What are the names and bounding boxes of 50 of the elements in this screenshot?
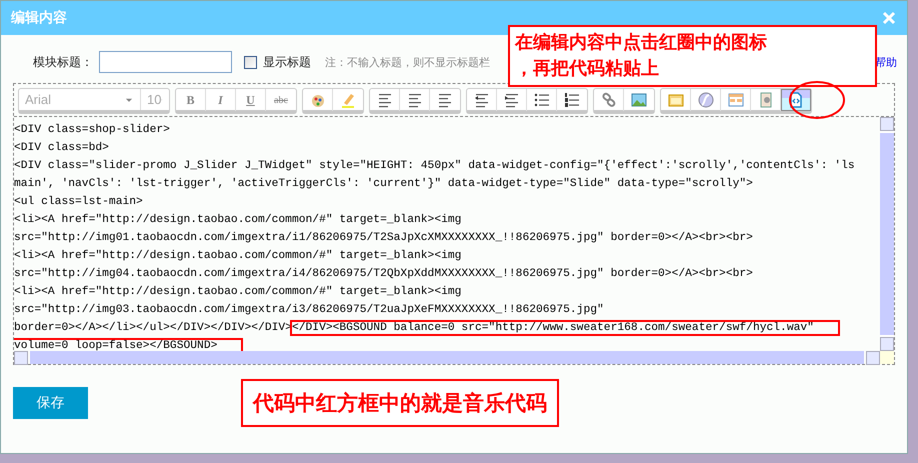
- code-line: <li><A href="http://design.taobao.com/common/#" target=_blank><img: [14, 214, 462, 226]
- code-line: <DIV class="slider-promo J_Slider J_TWidget" style="HEIGHT: 450px" data-widget-config="{'effect':'scrolly','contentCls': 'ls: [14, 160, 855, 172]
- code-line: <DIV class=bd>: [14, 142, 109, 154]
- bullet-list-icon: [534, 92, 550, 108]
- font-dropdown[interactable]: Arial: [19, 89, 141, 110]
- underline-button[interactable]: U: [236, 89, 266, 111]
- chain-link-icon: [600, 92, 616, 108]
- bold-button[interactable]: B: [176, 89, 206, 111]
- annotation-callout: 在编辑内容中点击红圈中的图标 ，再把代码粘贴上: [508, 25, 877, 87]
- highlight-ring: [788, 80, 846, 120]
- window-title: 编辑内容: [11, 9, 67, 27]
- code-line: <li><A href="http://design.taobao.com/common/#" target=_blank><img: [14, 286, 462, 298]
- code-line: <DIV class=shop-slider>: [14, 124, 170, 136]
- title-field[interactable]: [99, 51, 232, 73]
- code-line: <ul class=lst-main>: [14, 196, 143, 208]
- code-line: main', 'navCls': 'lst-trigger', 'activeTriggerCls': 'current'}" data-widget-type="Slide" data-type="scrolly">: [14, 178, 753, 190]
- document-icon: [758, 92, 774, 108]
- code-line: src="http://img01.taobaocdn.com/imgextra/i1/86206975/T2SaJpXcXMXXXXXXXX_!!86206975.jpg" border=0></A><br><br>: [14, 232, 753, 244]
- annotation-note: 代码中红方框中的就是音乐代码: [241, 379, 559, 427]
- vertical-scrollbar[interactable]: [880, 117, 894, 351]
- align-right-icon: [437, 92, 453, 108]
- checkbox-label: 显示标题: [263, 54, 311, 70]
- save-button[interactable]: 保存: [13, 387, 88, 419]
- hint-text: 注：不输入标题，则不显示标题栏: [325, 54, 490, 70]
- code-icon: [788, 92, 804, 108]
- horizontal-scrollbar[interactable]: [14, 351, 894, 364]
- code-line: src="http://img04.taobaocdn.com/imgextra/i4/86206975/T2QbXpXddMXXXXXXXX_!!86206975.jpg" border=0></A><br><br>: [14, 268, 753, 280]
- source-code-button[interactable]: [781, 89, 811, 111]
- indent-icon: [504, 92, 520, 108]
- numbered-list-icon: [564, 92, 580, 108]
- highlighted-code: </DIV><BGSOUND balance=0 src="http://www.sweater168.com/sweater/swf/hycl.wav": [292, 322, 838, 334]
- size-dropdown[interactable]: 10: [141, 89, 169, 110]
- code-line: <li><A href="http://design.taobao.com/common/#" target=_blank><img: [14, 250, 462, 262]
- flash-icon: [698, 92, 714, 108]
- code-line: border=0></A></li></ul></DIV></DIV></DIV>: [14, 322, 292, 334]
- code-line: src="http://img03.taobaocdn.com/imgextra/i3/86206975/T2uaJpXeFMXXXXXXXX_!!86206975.jpg": [14, 304, 604, 316]
- folder-icon: [668, 92, 684, 108]
- checkbox[interactable]: [244, 56, 257, 68]
- highlighter-icon: [340, 92, 356, 108]
- outdent-icon: [474, 92, 490, 108]
- close-icon: [881, 10, 897, 26]
- table-icon: [728, 92, 744, 108]
- image-icon: [631, 92, 647, 108]
- field-label: 模块标题：: [33, 54, 93, 70]
- highlighted-code: volume=0 loop=false></BGSOUND>: [14, 340, 242, 351]
- align-center-icon: [406, 92, 422, 108]
- strikethrough-button[interactable]: abc: [266, 89, 296, 111]
- palette-icon: [310, 92, 326, 108]
- italic-button[interactable]: I: [206, 89, 236, 111]
- align-left-icon: [376, 92, 392, 108]
